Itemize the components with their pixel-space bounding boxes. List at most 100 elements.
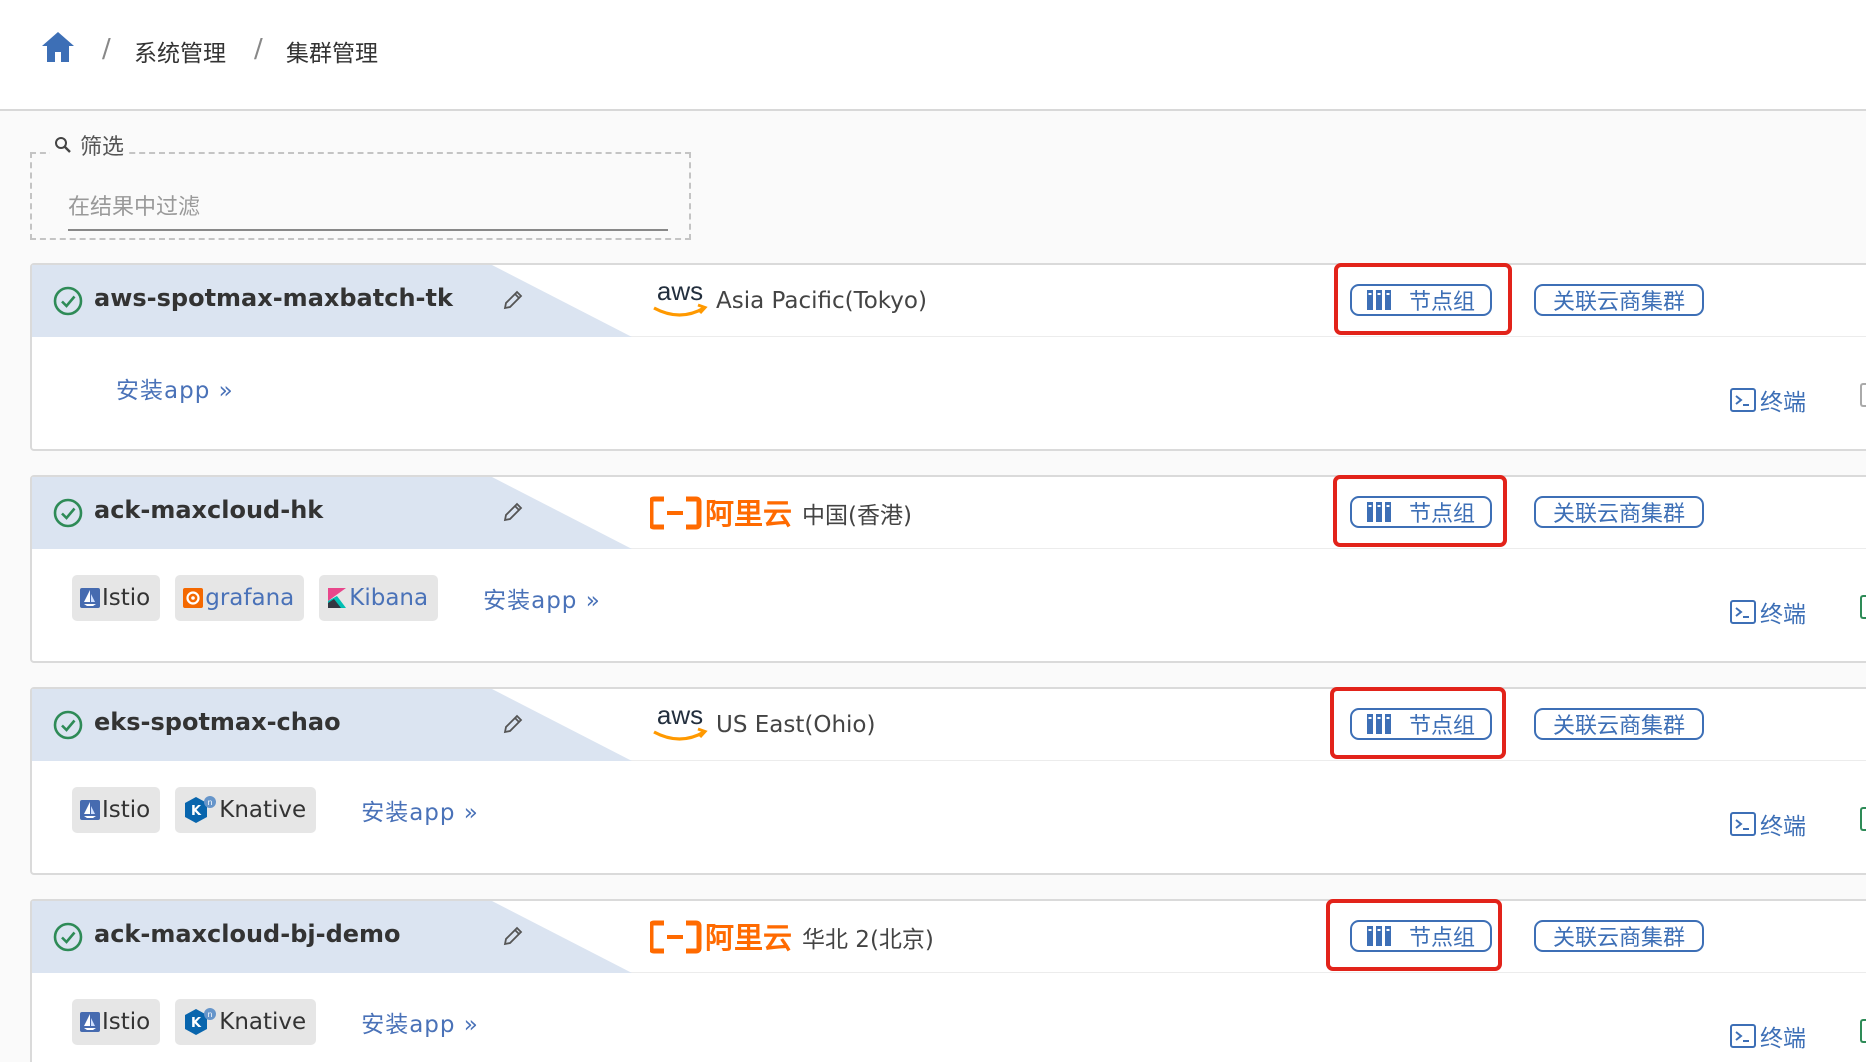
node-group-button[interactable]: 节点组 (1350, 920, 1492, 952)
aws-logo-text: aws (657, 702, 703, 730)
filter-input[interactable] (68, 191, 668, 231)
terminal-label: 终端 (1760, 814, 1806, 840)
terminal-button[interactable]: 终端 (1730, 807, 1806, 841)
installed-apps: Istio K n Knative 安装app » (72, 787, 479, 833)
knative-icon: K n (185, 1008, 217, 1035)
terminal-icon (1730, 388, 1756, 412)
cluster-card-header: ack-maxcloud-hk 阿里云 中国(香港) 节点组 关联云商集群 (32, 475, 1866, 549)
associate-cloud-cluster-button[interactable]: 关联云商集群 (1534, 708, 1704, 740)
app-chip-istio[interactable]: Istio (72, 787, 161, 833)
app-chip-istio[interactable]: Istio (72, 575, 161, 621)
breadcrumb-system-management[interactable]: 系统管理 (134, 34, 226, 68)
cluster-card: ack-maxcloud-hk 阿里云 中国(香港) 节点组 关联云商集群 Is… (30, 475, 1866, 663)
cluster-card-header: ack-maxcloud-bj-demo 阿里云 华北 2(北京) 节点组 关联… (32, 899, 1866, 973)
app-chip-grafana[interactable]: grafana (175, 575, 305, 621)
svg-text:K: K (191, 804, 202, 819)
svg-text:n: n (208, 798, 213, 807)
cluster-region: Asia Pacific(Tokyo) (716, 288, 927, 314)
cloud-provider: 阿里云 中国(香港) (650, 489, 912, 537)
check-circle-icon (53, 710, 83, 740)
aliyun-logo-icon: 阿里云 (650, 920, 792, 955)
home-icon[interactable] (40, 30, 76, 64)
cluster-name[interactable]: eks-spotmax-chao (94, 708, 341, 736)
aws-logo-icon: aws (653, 278, 708, 317)
install-app-link[interactable]: 安装app » (483, 581, 601, 615)
install-app-link[interactable]: 安装app » (116, 371, 234, 405)
pencil-icon[interactable] (502, 713, 524, 735)
app-chip-label: Istio (102, 797, 151, 823)
more-actions-icon[interactable] (1860, 383, 1866, 407)
aliyun-logo-icon: 阿里云 (650, 496, 792, 531)
cloud-provider: aws Asia Pacific(Tokyo) (650, 277, 927, 325)
check-circle-icon (53, 498, 83, 528)
app-chip-label: Istio (102, 1009, 151, 1035)
app-chip-label: Kibana (349, 585, 429, 611)
cloud-provider: 阿里云 华北 2(北京) (650, 913, 934, 961)
more-actions-icon[interactable] (1860, 807, 1866, 831)
app-chip-kibana[interactable]: Kibana (319, 575, 439, 621)
more-actions-icon[interactable] (1860, 595, 1866, 619)
server-rack-icon (1366, 714, 1391, 734)
istio-icon (80, 1012, 100, 1032)
server-rack-icon (1366, 926, 1391, 946)
terminal-button[interactable]: 终端 (1730, 1019, 1806, 1053)
filter-legend-label: 筛选 (80, 135, 125, 160)
aws-logo-icon: aws (653, 702, 708, 741)
breadcrumb-cluster-management: 集群管理 (286, 41, 378, 67)
cluster-card: eks-spotmax-chao aws US East(Ohio) 节点组 关… (30, 687, 1866, 875)
terminal-button[interactable]: 终端 (1730, 595, 1806, 629)
cluster-card: ack-maxcloud-bj-demo 阿里云 华北 2(北京) 节点组 关联… (30, 899, 1866, 1062)
cluster-region: 中国(香港) (802, 503, 912, 529)
search-icon (55, 137, 71, 153)
terminal-label: 终端 (1760, 390, 1806, 416)
cluster-card-header: eks-spotmax-chao aws US East(Ohio) 节点组 关… (32, 687, 1866, 761)
cluster-card-header: aws-spotmax-maxbatch-tk aws Asia Pacific… (32, 263, 1866, 337)
cluster-name[interactable]: ack-maxcloud-hk (94, 496, 323, 524)
cluster-name[interactable]: ack-maxcloud-bj-demo (94, 920, 401, 948)
app-chip-label: Istio (102, 585, 151, 611)
app-chip-istio[interactable]: Istio (72, 999, 161, 1045)
pencil-icon[interactable] (502, 501, 524, 523)
terminal-button[interactable]: 终端 (1730, 383, 1806, 417)
node-group-label: 节点组 (1408, 926, 1475, 951)
app-chip-knative[interactable]: K n Knative (175, 999, 317, 1045)
associate-cloud-cluster-button[interactable]: 关联云商集群 (1534, 496, 1704, 528)
node-group-button[interactable]: 节点组 (1350, 496, 1492, 528)
install-app-link[interactable]: 安装app » (361, 793, 479, 827)
node-group-label: 节点组 (1408, 502, 1475, 527)
kibana-icon (328, 588, 347, 608)
terminal-label: 终端 (1760, 1026, 1806, 1052)
node-group-button[interactable]: 节点组 (1350, 708, 1492, 740)
istio-icon (80, 588, 100, 608)
node-group-button[interactable]: 节点组 (1350, 284, 1492, 316)
cluster-name[interactable]: aws-spotmax-maxbatch-tk (94, 284, 453, 312)
app-chip-label: Knative (219, 797, 307, 823)
installed-apps: Istio K n Knative 安装app » (72, 999, 479, 1045)
cluster-region: US East(Ohio) (716, 712, 876, 738)
cloud-provider: aws US East(Ohio) (650, 701, 875, 749)
svg-text:n: n (208, 1010, 213, 1019)
more-actions-icon[interactable] (1860, 1019, 1866, 1043)
app-chip-label: grafana (205, 585, 295, 611)
terminal-label: 终端 (1760, 602, 1806, 628)
check-circle-icon (53, 922, 83, 952)
top-header: / 系统管理 / 集群管理 (0, 0, 1866, 111)
app-chip-knative[interactable]: K n Knative (175, 787, 317, 833)
app-chip-label: Knative (219, 1009, 307, 1035)
installed-apps: Istio grafana Kibana 安装app » (72, 575, 601, 621)
pencil-icon[interactable] (502, 925, 524, 947)
filter-legend: 筛选 (50, 129, 129, 161)
node-group-label: 节点组 (1408, 714, 1475, 739)
associate-cloud-cluster-button[interactable]: 关联云商集群 (1534, 920, 1704, 952)
knative-icon: K n (185, 796, 217, 823)
aliyun-logo-text: 阿里云 (705, 921, 792, 955)
breadcrumb-separator: / (254, 34, 263, 64)
svg-text:K: K (191, 1016, 202, 1031)
install-app-link[interactable]: 安装app » (361, 1005, 479, 1039)
pencil-icon[interactable] (502, 289, 524, 311)
associate-cloud-cluster-button[interactable]: 关联云商集群 (1534, 284, 1704, 316)
node-group-label: 节点组 (1408, 290, 1475, 315)
cluster-region: 华北 2(北京) (802, 927, 934, 953)
grafana-icon (183, 588, 204, 608)
terminal-icon (1730, 600, 1756, 624)
